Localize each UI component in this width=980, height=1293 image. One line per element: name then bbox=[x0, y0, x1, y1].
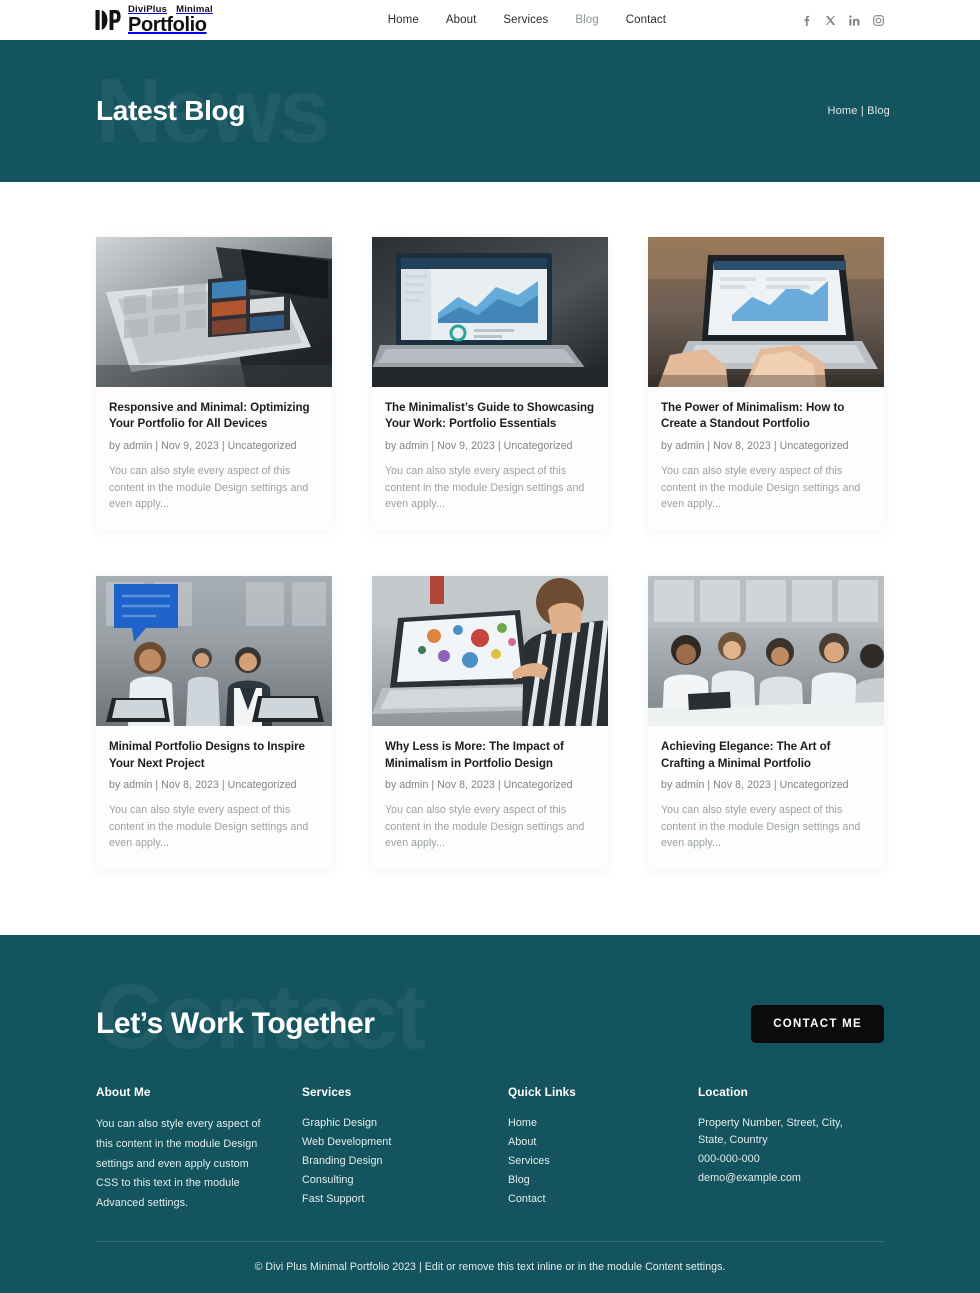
nav-item-contact[interactable]: Contact bbox=[626, 14, 666, 26]
main-navigation: Home About Services Blog Contact bbox=[348, 14, 666, 26]
blog-card-body: The Power of Minimalism: How to Create a… bbox=[648, 387, 884, 531]
site-header: DiviPlus Minimal Portfolio Home About Se… bbox=[0, 0, 980, 40]
blog-card-title[interactable]: The Power of Minimalism: How to Create a… bbox=[661, 400, 871, 433]
blog-card-thumbnail[interactable] bbox=[648, 576, 884, 727]
footer-link-consulting[interactable]: Consulting bbox=[302, 1172, 508, 1189]
footer-link-graphic-design[interactable]: Graphic Design bbox=[302, 1115, 508, 1132]
blog-card-body: Minimal Portfolio Designs to Inspire You… bbox=[96, 726, 332, 870]
blog-grid: Responsive and Minimal: Optimizing Your … bbox=[96, 237, 884, 871]
footer-link-home[interactable]: Home bbox=[508, 1115, 698, 1132]
footer-link-about[interactable]: About bbox=[508, 1134, 698, 1151]
blog-card-excerpt: You can also style every aspect of this … bbox=[661, 464, 861, 511]
footer-about-text: You can also style every aspect of this … bbox=[96, 1118, 261, 1209]
blog-card-meta: by admin | Nov 8, 2023 | Uncategorized bbox=[661, 779, 849, 792]
footer-link-fast-support[interactable]: Fast Support bbox=[302, 1191, 508, 1208]
footer-address: Property Number, Street, City, State, Co… bbox=[698, 1117, 843, 1147]
blog-card-excerpt: You can also style every aspect of this … bbox=[661, 804, 861, 850]
logo-wordmark: DiviPlus Minimal Portfolio bbox=[128, 5, 213, 35]
cta-section: Contact Let’s Work Together CONTACT ME bbox=[0, 935, 980, 1064]
blog-card-excerpt: You can also style every aspect of this … bbox=[385, 804, 585, 850]
nav-item-services[interactable]: Services bbox=[503, 14, 548, 26]
footer-column-services: Services Graphic Design Web Development … bbox=[302, 1085, 508, 1213]
blog-card-body: Why Less is More: The Impact of Minimali… bbox=[372, 726, 608, 870]
page-title: Latest Blog bbox=[96, 95, 246, 126]
hero-banner: News Latest Blog Home | Blog bbox=[0, 40, 980, 182]
footer-email[interactable]: demo@example.com bbox=[698, 1170, 873, 1187]
nav-item-about[interactable]: About bbox=[446, 14, 477, 26]
logo-main-word: Portfolio bbox=[128, 13, 207, 36]
blog-card-title[interactable]: Why Less is More: The Impact of Minimali… bbox=[385, 739, 595, 772]
footer-link-services[interactable]: Services bbox=[508, 1153, 698, 1170]
footer-location-heading: Location bbox=[698, 1085, 748, 1100]
blog-card-meta: by admin | Nov 8, 2023 | Uncategorized bbox=[385, 779, 573, 792]
page-root: DiviPlus Minimal Portfolio Home About Se… bbox=[0, 0, 980, 1293]
breadcrumb: Home | Blog bbox=[827, 105, 890, 117]
blog-card-thumbnail[interactable] bbox=[648, 237, 884, 387]
blog-card-excerpt: You can also style every aspect of this … bbox=[109, 804, 309, 850]
copyright-text: © Divi Plus Minimal Portfolio 2023 | Edi… bbox=[254, 1261, 726, 1274]
footer-about-heading: About Me bbox=[96, 1085, 151, 1100]
blog-card-meta: by admin | Nov 8, 2023 | Uncategorized bbox=[109, 779, 297, 792]
nav-item-home[interactable]: Home bbox=[388, 14, 419, 26]
cta-row: Contact Let’s Work Together CONTACT ME bbox=[96, 971, 884, 1063]
blog-card-body: The Minimalist’s Guide to Showcasing You… bbox=[372, 387, 608, 531]
blog-card-body: Responsive and Minimal: Optimizing Your … bbox=[96, 387, 332, 531]
blog-card-thumbnail[interactable] bbox=[96, 576, 332, 727]
blog-card[interactable]: The Minimalist’s Guide to Showcasing You… bbox=[372, 237, 608, 532]
blog-section: Responsive and Minimal: Optimizing Your … bbox=[0, 182, 980, 936]
blog-card-thumbnail[interactable] bbox=[372, 237, 608, 387]
blog-card-thumbnail[interactable] bbox=[372, 576, 608, 727]
footer-columns: About Me You can also style every aspect… bbox=[96, 1085, 884, 1241]
footer-column-about: About Me You can also style every aspect… bbox=[96, 1085, 302, 1213]
footer-quicklinks-heading: Quick Links bbox=[508, 1085, 576, 1100]
contact-me-button[interactable]: CONTACT ME bbox=[751, 1005, 884, 1044]
facebook-icon[interactable] bbox=[801, 15, 812, 26]
blog-card-meta: by admin | Nov 9, 2023 | Uncategorized bbox=[109, 439, 297, 452]
blog-card[interactable]: The Power of Minimalism: How to Create a… bbox=[648, 237, 884, 532]
cta-heading: Let’s Work Together bbox=[96, 1007, 375, 1041]
blog-card-meta: by admin | Nov 9, 2023 | Uncategorized bbox=[385, 439, 573, 452]
blog-card-excerpt: You can also style every aspect of this … bbox=[109, 464, 309, 511]
blog-card[interactable]: Responsive and Minimal: Optimizing Your … bbox=[96, 237, 332, 532]
footer-phone[interactable]: 000-000-000 bbox=[698, 1151, 873, 1168]
footer-link-branding-design[interactable]: Branding Design bbox=[302, 1153, 508, 1170]
blog-card-title[interactable]: The Minimalist’s Guide to Showcasing You… bbox=[385, 400, 595, 433]
footer-link-blog[interactable]: Blog bbox=[508, 1172, 698, 1189]
blog-card-meta: by admin | Nov 8, 2023 | Uncategorized bbox=[661, 439, 849, 452]
blog-card[interactable]: Why Less is More: The Impact of Minimali… bbox=[372, 576, 608, 871]
site-logo[interactable]: DiviPlus Minimal Portfolio bbox=[92, 5, 213, 35]
linkedin-icon[interactable] bbox=[849, 14, 860, 26]
ip-monogram-icon bbox=[92, 5, 122, 35]
blog-card-thumbnail[interactable] bbox=[96, 237, 332, 387]
footer-services-heading: Services bbox=[302, 1085, 352, 1100]
blog-card-excerpt: You can also style every aspect of this … bbox=[385, 464, 585, 511]
social-links bbox=[801, 14, 884, 26]
nav-item-blog[interactable]: Blog bbox=[575, 14, 598, 26]
footer-column-quick-links: Quick Links Home About Services Blog Con… bbox=[508, 1085, 698, 1213]
footer-link-web-development[interactable]: Web Development bbox=[302, 1134, 508, 1151]
blog-card-title[interactable]: Achieving Elegance: The Art of Crafting … bbox=[661, 739, 871, 772]
blog-card-title[interactable]: Responsive and Minimal: Optimizing Your … bbox=[109, 400, 319, 433]
blog-card[interactable]: Achieving Elegance: The Art of Crafting … bbox=[648, 576, 884, 871]
x-twitter-icon[interactable] bbox=[825, 15, 836, 26]
footer-bottom: © Divi Plus Minimal Portfolio 2023 | Edi… bbox=[96, 1242, 884, 1293]
site-footer: About Me You can also style every aspect… bbox=[0, 1063, 980, 1293]
instagram-icon[interactable] bbox=[873, 14, 884, 26]
blog-card-body: Achieving Elegance: The Art of Crafting … bbox=[648, 726, 884, 870]
footer-column-location: Location Property Number, Street, City, … bbox=[698, 1085, 884, 1213]
blog-card-title[interactable]: Minimal Portfolio Designs to Inspire You… bbox=[109, 739, 319, 772]
footer-link-contact[interactable]: Contact bbox=[508, 1191, 698, 1208]
blog-card[interactable]: Minimal Portfolio Designs to Inspire You… bbox=[96, 576, 332, 871]
